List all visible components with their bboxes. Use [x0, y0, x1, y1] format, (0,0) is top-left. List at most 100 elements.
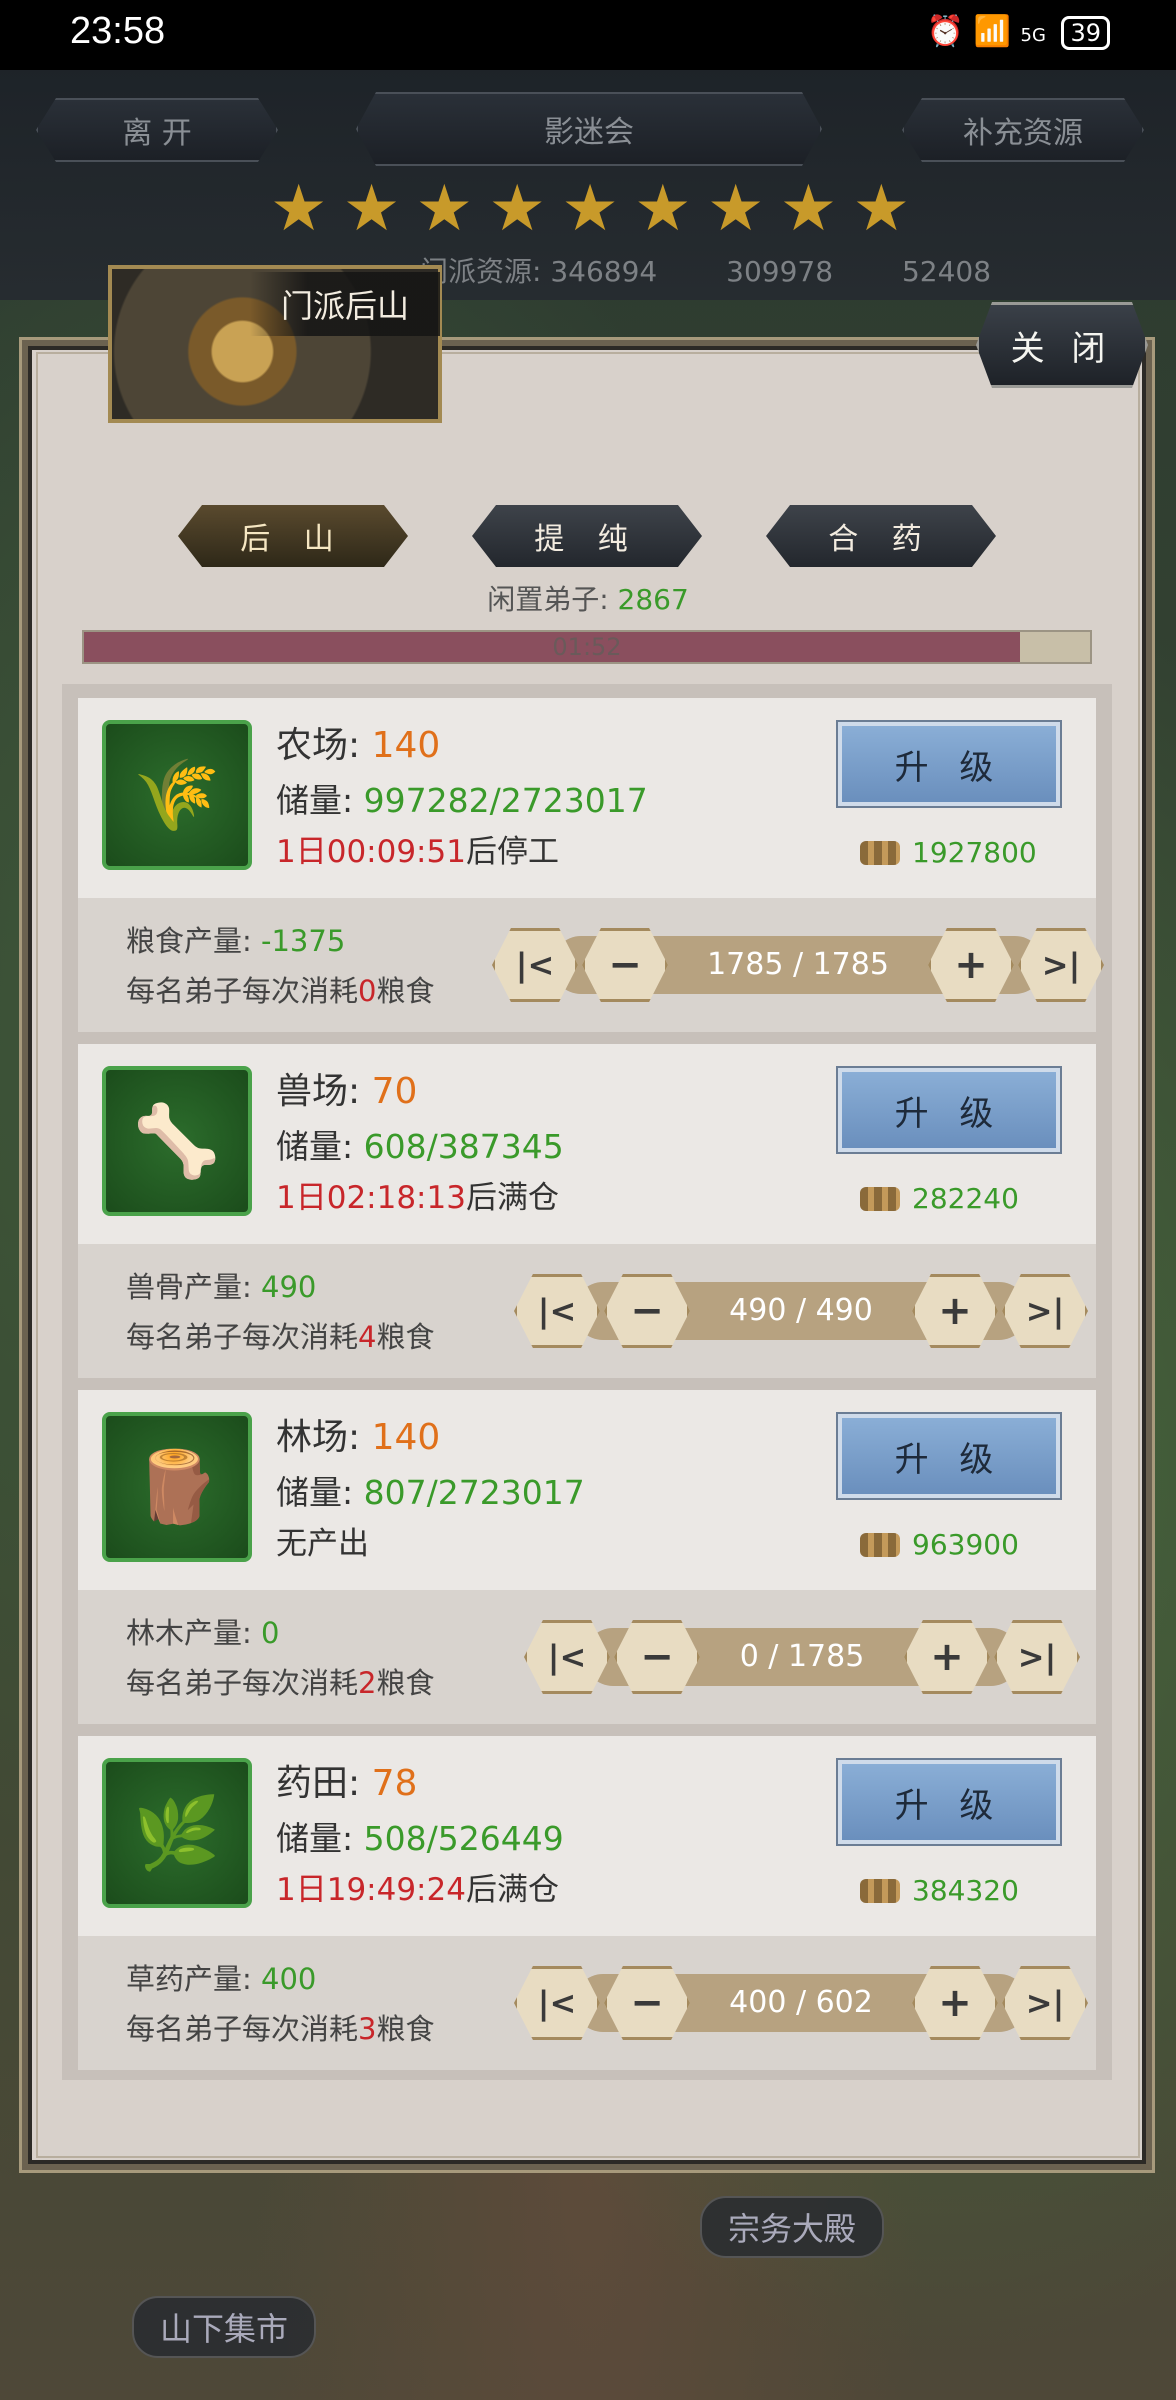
status-time: 23:58 [70, 10, 166, 52]
resource-3: 52408 [901, 255, 992, 288]
production-beastfield: 兽骨产量: 490 [126, 1264, 316, 1306]
building-level: 140 [371, 725, 441, 766]
replenish-button[interactable]: 补充资源 [902, 98, 1144, 162]
minus-icon: − [630, 1980, 664, 2026]
skip-last-icon: >| [1017, 1638, 1057, 1676]
upgrade-button-farm[interactable]: 升 级 [838, 722, 1060, 806]
alarm-icon: ⏰ [926, 14, 965, 49]
status-farm: 1日00:09:51后停工 [276, 826, 559, 871]
production-forest: 林木产量: 0 [126, 1610, 279, 1652]
tab-backhill[interactable]: 后 山 [178, 505, 408, 567]
stepper-min-button[interactable]: |< [514, 1274, 600, 1348]
building-name-forest: 林场: 140 [276, 1408, 440, 1460]
status-beastfield: 1日02:18:13后满仓 [276, 1172, 559, 1217]
disciple-stepper-forest: 0 / 1785 |< − + >| [524, 1620, 1080, 1694]
status-suffix: 后满仓 [465, 1180, 559, 1216]
building-icon-herbfield: 🌿 [102, 1758, 252, 1908]
herb-icon: 🌿 [133, 1791, 221, 1874]
resource-line: 门派资源: 346894 309978 52408 [420, 250, 1051, 290]
star-icon: ★ [561, 172, 619, 246]
status-forest: 无产出 [276, 1518, 369, 1563]
cost-value: 384320 [912, 1874, 1019, 1907]
production-value: 490 [261, 1270, 317, 1304]
consumption-prefix: 每名弟子每次消耗 [126, 1320, 359, 1354]
leave-button[interactable]: 离 开 [36, 98, 278, 162]
plus-icon: + [954, 942, 988, 988]
building-name: 药田: [276, 1763, 361, 1804]
close-button[interactable]: 关 闭 [976, 302, 1148, 388]
stepper-max-button[interactable]: >| [994, 1620, 1080, 1694]
building-name: 农场: [276, 725, 361, 766]
scene-label-hall[interactable]: 宗务大殿 [700, 2196, 885, 2258]
header-title: 影迷会 [356, 92, 822, 166]
tab-refine[interactable]: 提 纯 [472, 505, 702, 567]
status-text: 无产出 [276, 1526, 369, 1562]
production-label: 林木产量: [126, 1616, 252, 1650]
skip-last-icon: >| [1025, 1984, 1065, 2022]
stepper-min-button[interactable]: |< [514, 1966, 600, 2040]
sect-resource: 门派资源: 346894 [420, 255, 658, 288]
consumption-suffix: 粮食 [376, 974, 435, 1008]
battery-icon: 39 [1061, 16, 1110, 50]
consumption-value: 2 [358, 1666, 377, 1700]
upgrade-button-herbfield[interactable]: 升 级 [838, 1760, 1060, 1844]
upgrade-button-forest[interactable]: 升 级 [838, 1414, 1060, 1498]
status-icons: ⏰ 📶 5G 39 [927, 14, 1116, 50]
stepper-max-button[interactable]: >| [1018, 928, 1104, 1002]
consumption-suffix: 粮食 [376, 2012, 435, 2046]
stepper-value: 0 / 1785 [739, 1639, 865, 1674]
skip-first-icon: |< [537, 1292, 577, 1330]
storage-value: 997282/2723017 [363, 781, 648, 820]
timber-icon: 🪵 [133, 1445, 221, 1528]
consumption-prefix: 每名弟子每次消耗 [126, 974, 359, 1008]
minus-icon: − [640, 1634, 674, 1680]
skip-last-icon: >| [1025, 1292, 1065, 1330]
skip-last-icon: >| [1041, 946, 1081, 984]
plus-icon: + [938, 1980, 972, 2026]
storage-label: 储量: [276, 1819, 354, 1858]
wifi-icon: 📶 [973, 14, 1011, 49]
building-icon-farm: 🌾 [102, 720, 252, 870]
consumption-suffix: 粮食 [376, 1320, 435, 1354]
signal-label: 5G [1020, 25, 1046, 46]
plus-icon: + [938, 1288, 972, 1334]
production-label: 粮食产量: [126, 924, 252, 958]
building-name-beastfield: 兽场: 70 [276, 1062, 417, 1114]
status-timer: 1日19:49:24 [276, 1872, 466, 1908]
stepper-max-button[interactable]: >| [1002, 1274, 1088, 1348]
status-timer: 1日00:09:51 [276, 834, 466, 870]
upgrade-cost-farm: 1927800 [860, 836, 1037, 869]
star-icon: ★ [488, 172, 546, 246]
progress-text: 01:52 [552, 633, 622, 661]
skip-first-icon: |< [515, 946, 555, 984]
stepper-value: 1785 / 1785 [707, 947, 889, 982]
minus-icon: − [608, 942, 642, 988]
tab-compound[interactable]: 合 药 [766, 505, 996, 567]
star-icon: ★ [342, 172, 401, 246]
storage-label: 储量: [276, 1473, 354, 1512]
scene-label-market[interactable]: 山下集市 [132, 2296, 317, 2358]
cost-value: 282240 [912, 1182, 1019, 1215]
stepper-value: 400 / 602 [729, 1985, 873, 2020]
building-icon-beastfield: 🦴 [102, 1066, 252, 1216]
stepper-min-button[interactable]: |< [524, 1620, 610, 1694]
location-title: 门派后山 [250, 272, 440, 336]
stepper-min-button[interactable]: |< [492, 928, 578, 1002]
building-name: 林场: [276, 1417, 361, 1458]
disciple-stepper-herbfield: 400 / 602 |< − + >| [514, 1966, 1088, 2040]
storage-forest: 储量: 807/2723017 [276, 1466, 585, 1514]
skip-first-icon: |< [537, 1984, 577, 2022]
stepper-max-button[interactable]: >| [1002, 1966, 1088, 2040]
star-icon: ★ [634, 172, 692, 246]
consumption-prefix: 每名弟子每次消耗 [126, 1666, 359, 1700]
upgrade-cost-beastfield: 282240 [860, 1182, 1019, 1215]
production-label: 草药产量: [126, 1962, 252, 1996]
production-value: 400 [261, 1962, 317, 1996]
status-suffix: 后停工 [465, 834, 559, 870]
status-timer: 1日02:18:13 [276, 1180, 466, 1216]
storage-value: 508/526449 [363, 1819, 564, 1858]
storage-value: 608/387345 [363, 1127, 564, 1166]
cost-value: 963900 [912, 1528, 1019, 1561]
consumption-suffix: 粮食 [376, 1666, 435, 1700]
upgrade-button-beastfield[interactable]: 升 级 [838, 1068, 1060, 1152]
